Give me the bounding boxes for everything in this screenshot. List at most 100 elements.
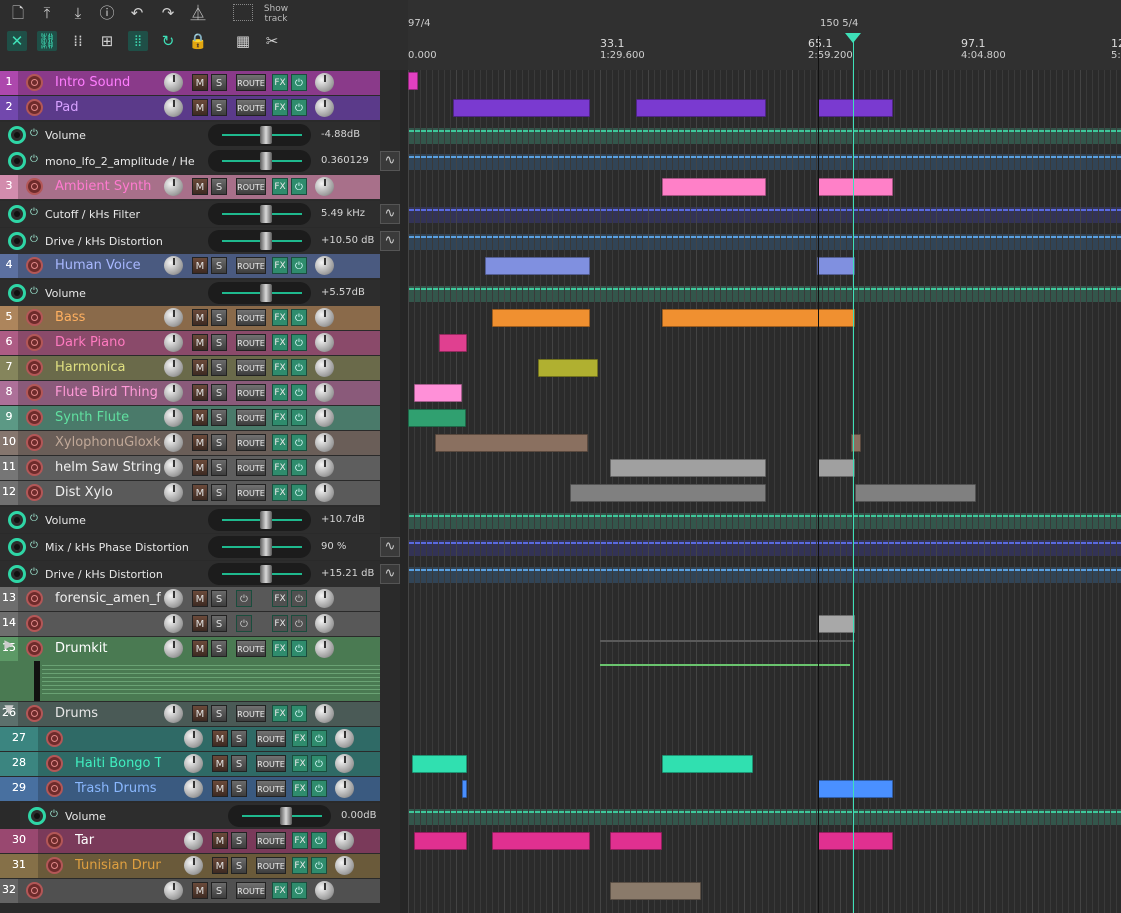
envelope-toggle-icon[interactable]	[8, 152, 26, 170]
save-upload-icon[interactable]: ⤒	[37, 3, 57, 23]
media-item[interactable]	[662, 178, 766, 196]
solo-button[interactable]: S	[211, 257, 227, 274]
record-arm-button[interactable]	[26, 615, 43, 632]
pan-knob[interactable]	[315, 589, 334, 608]
volume-knob[interactable]	[164, 881, 183, 900]
media-item[interactable]	[662, 309, 855, 327]
media-item[interactable]	[855, 484, 976, 502]
volume-knob[interactable]	[164, 589, 183, 608]
mute-button[interactable]: M	[192, 178, 208, 195]
track-header[interactable]: 28 Haiti Bongo Thing MS ROUTE FX⏻	[0, 752, 380, 776]
record-arm-button[interactable]	[46, 857, 63, 874]
track-name[interactable]: Human Voice	[55, 258, 161, 273]
track-header[interactable]: 26 Drums M S ROUTE FX ⏻	[0, 702, 380, 726]
mute-button[interactable]: M	[192, 334, 208, 351]
show-track-checkbox-icon[interactable]	[233, 4, 253, 21]
route-button[interactable]: ROUTE	[256, 857, 286, 874]
power-icon[interactable]: ⏻	[291, 590, 307, 607]
route-button[interactable]: ROUTE	[236, 334, 266, 351]
mute-button[interactable]: M	[212, 780, 228, 797]
envelope-header[interactable]: ⏻ Volume -4.88dB	[0, 122, 380, 148]
media-item[interactable]	[453, 99, 590, 117]
route-button[interactable]: ROUTE	[236, 257, 266, 274]
envelope-toggle-icon[interactable]	[8, 205, 26, 223]
volume-knob[interactable]	[184, 856, 203, 875]
solo-button[interactable]: S	[231, 780, 247, 797]
envelope-power-icon[interactable]: ⏻	[30, 154, 38, 165]
record-arm-button[interactable]	[26, 409, 43, 426]
envelope-fader-thumb[interactable]	[260, 284, 272, 302]
route-button[interactable]: ROUTE	[256, 832, 286, 849]
undo-icon[interactable]: ↶	[127, 3, 147, 23]
volume-knob[interactable]	[164, 358, 183, 377]
mute-button[interactable]: M	[192, 74, 208, 91]
media-item[interactable]	[610, 882, 701, 900]
pan-knob[interactable]	[335, 831, 354, 850]
pan-knob[interactable]	[315, 704, 334, 723]
volume-knob[interactable]	[184, 729, 203, 748]
solo-button[interactable]: S	[231, 832, 247, 849]
track-name[interactable]: Harmonica	[55, 360, 161, 375]
route-button[interactable]: ROUTE	[236, 178, 266, 195]
expand-icon[interactable]: ▼	[0, 702, 18, 716]
fx-button[interactable]: FX	[272, 705, 288, 722]
record-arm-button[interactable]	[26, 434, 43, 451]
record-arm-button[interactable]	[26, 309, 43, 326]
fx-button[interactable]: FX	[272, 590, 288, 607]
volume-knob[interactable]	[164, 704, 183, 723]
fx-button[interactable]: FX	[272, 615, 288, 632]
record-arm-button[interactable]	[46, 755, 63, 772]
envelope-power-icon[interactable]: ⏻	[30, 286, 38, 297]
route-button[interactable]: ROUTE	[236, 74, 266, 91]
route-button[interactable]: ROUTE	[236, 484, 266, 501]
pan-knob[interactable]	[315, 333, 334, 352]
solo-button[interactable]: S	[211, 409, 227, 426]
power-icon[interactable]: ⏻	[291, 257, 307, 274]
mute-button[interactable]: M	[192, 615, 208, 632]
fx-button[interactable]: FX	[292, 780, 308, 797]
pan-knob[interactable]	[315, 458, 334, 477]
pan-knob[interactable]	[315, 483, 334, 502]
mute-button[interactable]: M	[192, 640, 208, 657]
mute-button[interactable]: M	[192, 384, 208, 401]
mute-button[interactable]: M	[192, 882, 208, 899]
volume-knob[interactable]	[164, 614, 183, 633]
track-header[interactable]: 3 Ambient Synth M S ROUTE FX ⏻	[0, 175, 380, 199]
track-header[interactable]: 9 Synth Flute M S ROUTE FX ⏻	[0, 406, 380, 430]
solo-button[interactable]: S	[211, 705, 227, 722]
track-name[interactable]: Drumkit	[55, 641, 161, 656]
fx-button[interactable]: FX	[272, 384, 288, 401]
track-header[interactable]: 6 Dark Piano M S ROUTE FX ⏻	[0, 331, 380, 355]
grid-icon[interactable]: ⁞⁞	[68, 31, 88, 51]
power-icon[interactable]: ⏻	[236, 615, 252, 632]
loop-icon[interactable]: ↻	[158, 31, 178, 51]
envelope-toggle-icon[interactable]	[8, 126, 26, 144]
route-button[interactable]: ROUTE	[236, 99, 266, 116]
solo-button[interactable]: S	[211, 882, 227, 899]
envelope-header[interactable]: ⏻ Cutoff / kHs Filter 5.49 kHz	[0, 201, 380, 227]
cut-icon[interactable]: ✂	[262, 31, 282, 51]
record-arm-button[interactable]	[26, 882, 43, 899]
media-item[interactable]	[818, 615, 855, 633]
track-header[interactable]: 32 M S ROUTE FX ⏻	[0, 879, 380, 903]
playhead[interactable]	[853, 36, 854, 913]
solo-button[interactable]: S	[231, 755, 247, 772]
fx-button[interactable]: FX	[272, 99, 288, 116]
mute-button[interactable]: M	[192, 309, 208, 326]
record-arm-button[interactable]	[46, 730, 63, 747]
track-header[interactable]: 1 Intro Sound M S ROUTE FX ⏻	[0, 71, 380, 95]
record-arm-button[interactable]	[26, 257, 43, 274]
pan-knob[interactable]	[335, 779, 354, 798]
track-name[interactable]: XylophonuGloxke	[55, 435, 161, 450]
volume-knob[interactable]	[164, 98, 183, 117]
pan-knob[interactable]	[315, 408, 334, 427]
fx-button[interactable]: FX	[292, 832, 308, 849]
envelope-header[interactable]: ⏻ Volume +10.7dB	[0, 507, 380, 533]
envelope-toggle-icon[interactable]	[8, 511, 26, 529]
fx-button[interactable]: FX	[292, 857, 308, 874]
pan-knob[interactable]	[315, 433, 334, 452]
fx-button[interactable]: FX	[272, 434, 288, 451]
track-name[interactable]: Drums	[55, 706, 161, 721]
solo-button[interactable]: S	[211, 178, 227, 195]
solo-button[interactable]: S	[231, 730, 247, 747]
